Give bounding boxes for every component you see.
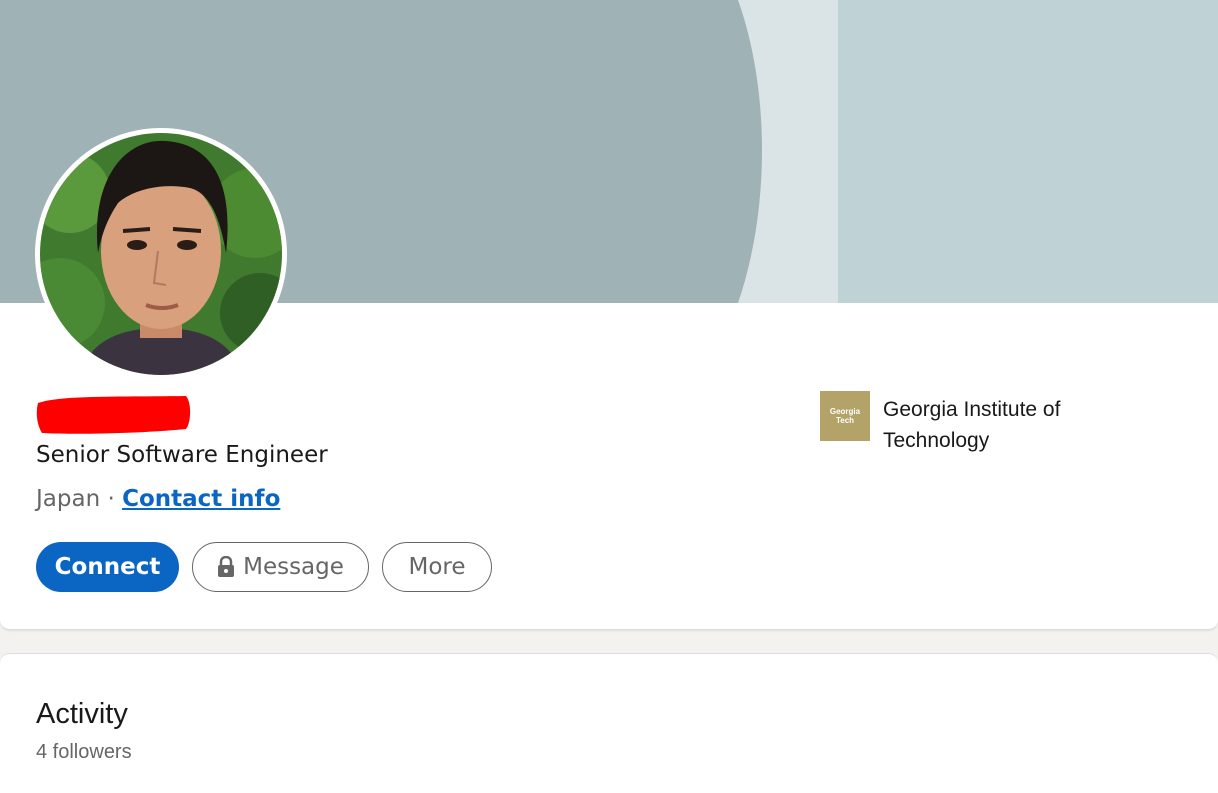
activity-section: Activity 4 followers <box>0 653 1218 793</box>
connect-button-label: Connect <box>54 554 161 580</box>
profile-photo[interactable] <box>35 128 287 380</box>
profile-card: Senior Software Engineer Japan · Contact… <box>0 0 1218 630</box>
profile-name-redacted <box>36 393 192 435</box>
school-logo: Georgia Tech <box>820 391 870 441</box>
followers-count: 4 followers <box>36 741 132 763</box>
school-name: Georgia Institute of Technology <box>883 398 1061 452</box>
school-logo-line1: Georgia <box>829 407 861 416</box>
profile-headline: Senior Software Engineer <box>36 442 328 468</box>
contact-info-link[interactable]: Contact info <box>122 486 280 512</box>
location-line: Japan · Contact info <box>36 486 280 512</box>
profile-location: Japan <box>36 486 101 512</box>
message-button-label: Message <box>243 554 344 580</box>
connect-button[interactable]: Connect <box>36 542 179 592</box>
school-logo-line2: Tech <box>835 416 855 425</box>
message-button[interactable]: Message <box>192 542 369 592</box>
more-button-label: More <box>408 554 466 580</box>
lock-icon <box>217 556 235 578</box>
more-button[interactable]: More <box>382 542 492 592</box>
activity-title: Activity <box>36 698 128 730</box>
location-separator: · <box>100 486 123 512</box>
education-school[interactable]: Georgia Tech Georgia Institute of Techno… <box>820 391 1140 461</box>
